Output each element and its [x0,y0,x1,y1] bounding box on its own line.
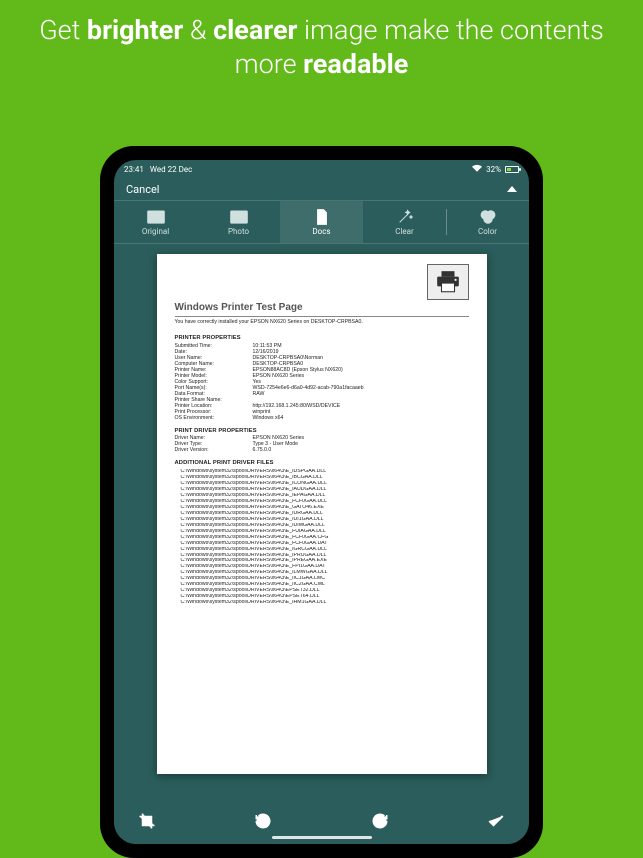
document-icon [315,209,329,225]
image-icon [147,209,165,225]
image-icon [230,209,248,225]
tab-label: Original [142,227,169,236]
filter-tabs: Original Photo Docs Clear Color [114,200,529,244]
venn-icon [479,209,497,225]
rotate-right-icon [371,812,389,834]
scanned-page: Windows Printer Test Page You have corre… [157,254,487,774]
rotate-right-button[interactable] [363,806,397,840]
property-value: Windows x64 [253,416,469,422]
page-title: Windows Printer Test Page [175,302,469,317]
tablet-frame: 23:41 Wed 22 Dec 32% Cancel Original Phot… [100,146,543,858]
battery-pct: 32% [486,165,501,174]
chevron-up-icon[interactable] [507,186,517,192]
tab-docs[interactable]: Docs [280,201,363,243]
tab-original[interactable]: Original [114,201,197,243]
promo-headline: Get brighter & clearer image make the co… [0,0,643,82]
tab-clear[interactable]: Clear [363,201,446,243]
property-key: OS Environment: [175,416,253,422]
property-key: Driver Version: [175,448,253,454]
property-row: OS Environment:Windows x64 [175,416,469,422]
status-bar: 23:41 Wed 22 Dec 32% [114,160,529,178]
tab-label: Docs [312,227,330,236]
page-intro: You have correctly installed your EPSON … [175,320,469,326]
section-driver-properties: PRINT DRIVER PROPERTIES [175,428,469,435]
tab-label: Clear [395,227,413,236]
battery-icon [505,166,519,173]
rotate-left-button[interactable] [246,806,280,840]
section-driver-files: ADDITIONAL PRINT DRIVER FILES [175,460,469,467]
magic-wand-icon [397,209,413,225]
screen: 23:41 Wed 22 Dec 32% Cancel Original Phot… [114,160,529,844]
cancel-button[interactable]: Cancel [126,183,159,196]
section-printer-properties: PRINTER PROPERTIES [175,335,469,342]
home-indicator [272,836,372,839]
tab-label: Color [478,227,497,236]
tab-label: Photo [228,227,249,236]
printer-icon [427,264,469,300]
tab-photo[interactable]: Photo [197,201,280,243]
confirm-button[interactable] [479,806,513,840]
rotate-left-icon [254,812,272,834]
property-row: Driver Version:6.75.0.0 [175,448,469,454]
crop-button[interactable] [130,806,164,840]
crop-icon [138,812,156,834]
property-value: 6.75.0.0 [253,448,469,454]
check-icon [486,811,506,835]
document-canvas[interactable]: Windows Printer Test Page You have corre… [114,244,529,802]
top-nav: Cancel [114,178,529,200]
wifi-icon [472,164,482,174]
status-date: Wed 22 Dec [150,165,192,174]
driver-file-line: C:\Windows\system32\spool\DRIVERS\x64\3\… [175,600,469,606]
tab-color[interactable]: Color [446,201,529,243]
status-time: 23:41 [124,165,144,174]
